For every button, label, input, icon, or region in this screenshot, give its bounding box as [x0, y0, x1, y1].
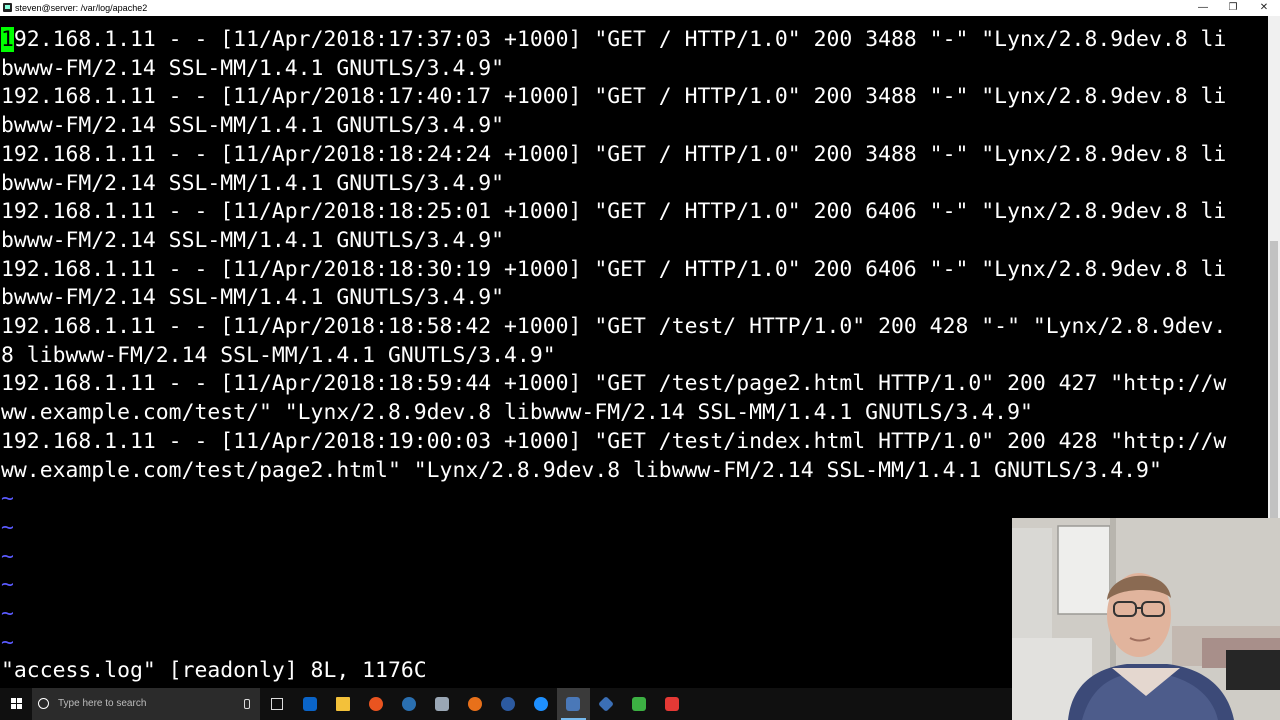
empty-line-tilde: ~	[1, 486, 14, 512]
microphone-icon[interactable]	[244, 699, 250, 709]
start-button[interactable]	[0, 688, 32, 720]
file-explorer-icon[interactable]	[327, 688, 360, 720]
log-line: 192.168.1.11 - - [11/Apr/2018:19:00:03 +…	[1, 428, 1227, 454]
outlook-icon[interactable]	[294, 688, 327, 720]
log-line: 192.168.1.11 - - [11/Apr/2018:17:37:03 +…	[1, 27, 1227, 52]
log-line: 192.168.1.11 - - [11/Apr/2018:18:25:01 +…	[1, 199, 1227, 225]
log-line: ww.example.com/test/" "Lynx/2.8.9dev.8 l…	[1, 400, 1033, 426]
log-line: 192.168.1.11 - - [11/Apr/2018:17:40:17 +…	[1, 84, 1227, 110]
log-line: ww.example.com/test/page2.html" "Lynx/2.…	[1, 457, 1162, 483]
log-line: 8 libwww-FM/2.14 SSL-MM/1.4.1 GNUTLS/3.4…	[1, 342, 556, 368]
remote-desktop-icon[interactable]	[426, 688, 459, 720]
firefox-icon[interactable]	[459, 688, 492, 720]
search-placeholder: Type here to search	[58, 698, 147, 709]
text-cursor: 1	[1, 27, 14, 52]
log-line: bwww-FM/2.14 SSL-MM/1.4.1 GNUTLS/3.4.9"	[1, 55, 505, 81]
empty-line-tilde: ~	[1, 514, 14, 540]
search-icon	[38, 698, 49, 709]
empty-line-tilde: ~	[1, 629, 14, 655]
log-line: 192.168.1.11 - - [11/Apr/2018:18:59:44 +…	[1, 371, 1227, 397]
virtualbox-icon[interactable]	[590, 688, 623, 720]
empty-line-tilde: ~	[1, 601, 14, 626]
terminal-app-icon	[3, 3, 12, 12]
task-view-icon[interactable]	[261, 688, 294, 720]
log-line: 192.168.1.11 - - [11/Apr/2018:18:58:42 +…	[1, 314, 1227, 339]
password-manager-icon[interactable]	[492, 688, 525, 720]
empty-line-tilde: ~	[1, 572, 14, 598]
ubuntu-icon[interactable]	[360, 688, 393, 720]
chat-icon[interactable]	[525, 688, 558, 720]
close-icon[interactable]: ✕	[1248, 0, 1280, 16]
maximize-icon[interactable]: ❐	[1217, 0, 1249, 16]
title-bar: steven@server: /var/log/apache2 — ❐ ✕	[0, 0, 1280, 16]
windows-logo-icon	[11, 698, 23, 710]
taskbar-search-box[interactable]: Type here to search	[32, 688, 260, 720]
scrollbar-thumb[interactable]	[1270, 241, 1278, 541]
vim-status-line: "access.log" [readonly] 8L, 1176C	[1, 658, 427, 684]
empty-line-tilde: ~	[1, 543, 14, 569]
log-line: bwww-FM/2.14 SSL-MM/1.4.1 GNUTLS/3.4.9"	[1, 113, 505, 139]
presenter-video	[1012, 518, 1280, 720]
webcam-overlay	[1012, 518, 1280, 720]
window-title: steven@server: /var/log/apache2	[15, 3, 148, 13]
network-icon[interactable]	[393, 688, 426, 720]
putty-icon[interactable]	[557, 688, 590, 720]
log-line: 192.168.1.11 - - [11/Apr/2018:18:24:24 +…	[1, 141, 1227, 167]
log-line: bwww-FM/2.14 SSL-MM/1.4.1 GNUTLS/3.4.9"	[1, 285, 505, 311]
log-line: 192.168.1.11 - - [11/Apr/2018:18:30:19 +…	[1, 256, 1227, 282]
recorder-icon[interactable]	[656, 688, 689, 720]
camtasia-icon[interactable]	[623, 688, 656, 720]
log-line: bwww-FM/2.14 SSL-MM/1.4.1 GNUTLS/3.4.9"	[1, 170, 505, 196]
log-line: bwww-FM/2.14 SSL-MM/1.4.1 GNUTLS/3.4.9"	[1, 227, 505, 253]
minimize-icon[interactable]: —	[1187, 0, 1219, 16]
